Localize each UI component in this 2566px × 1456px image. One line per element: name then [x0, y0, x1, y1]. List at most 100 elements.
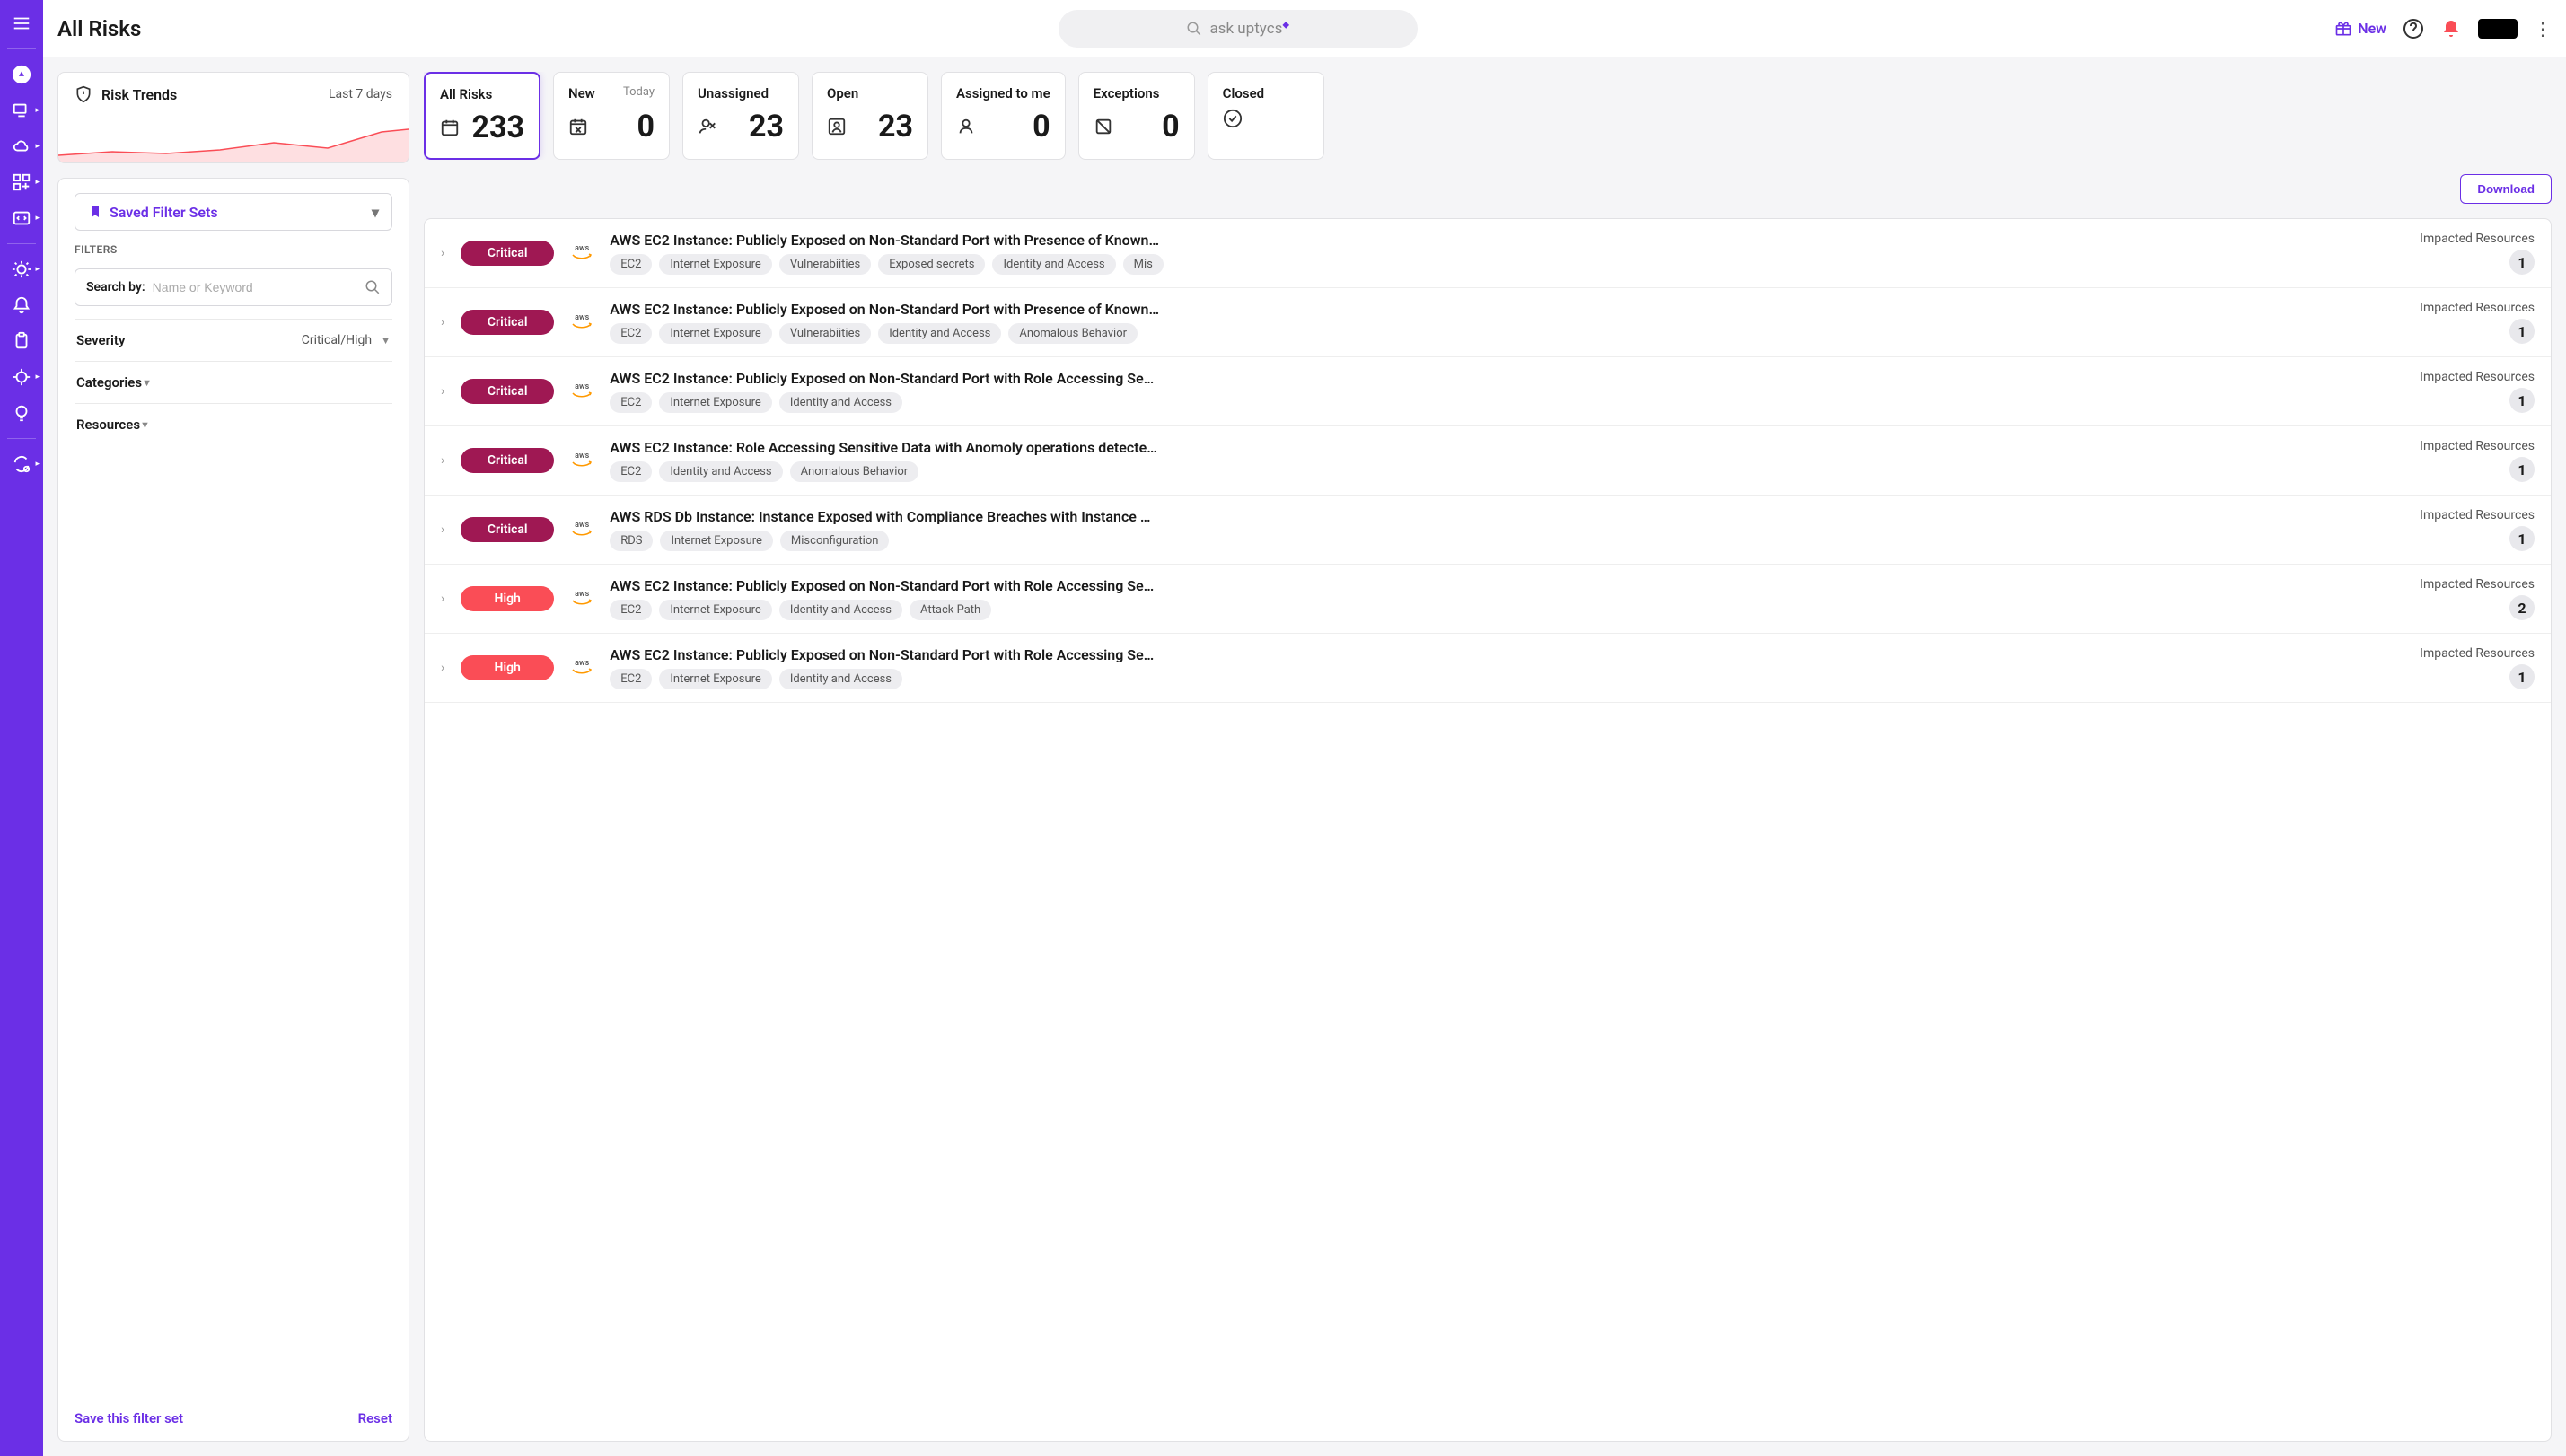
stat-value: 23 [878, 109, 913, 145]
severity-pill: Critical [461, 517, 554, 542]
risk-tag: Identity and Access [992, 254, 1115, 275]
filter-severity-accordion[interactable]: SeverityCritical/High▼ [75, 320, 392, 362]
risk-tag: Internet Exposure [659, 323, 771, 344]
stat-card-exceptions[interactable]: Exceptions0 [1078, 72, 1195, 160]
reset-filters-button[interactable]: Reset [358, 1410, 392, 1426]
risk-row[interactable]: ›CriticalawsAWS EC2 Instance: Publicly E… [425, 219, 2551, 288]
search-icon [1186, 21, 1202, 37]
provider-aws-icon: aws [570, 452, 593, 469]
risk-tags: EC2Internet ExposureIdentity and AccessA… [610, 600, 2403, 620]
risk-tag: RDS [610, 531, 653, 551]
expand-row-icon[interactable]: › [441, 315, 444, 329]
risk-trends-sparkline [58, 127, 409, 162]
expand-row-icon[interactable]: › [441, 246, 444, 260]
user-avatar[interactable] [2478, 19, 2518, 39]
nav-target-icon[interactable]: ▸ [5, 361, 38, 393]
expand-row-icon[interactable]: › [441, 522, 444, 537]
risk-tag: Exposed secrets [878, 254, 985, 275]
logo-icon[interactable] [5, 58, 38, 91]
stat-card-new[interactable]: NewToday0 [553, 72, 670, 160]
provider-aws-icon: aws [570, 660, 593, 677]
risk-title: AWS EC2 Instance: Role Accessing Sensiti… [610, 439, 2403, 456]
chevron-down-icon: ▼ [140, 419, 150, 431]
more-menu-icon[interactable]: ⋮ [2534, 18, 2552, 39]
nav-endpoint-icon[interactable]: ▸ [5, 94, 38, 127]
expand-row-icon[interactable]: › [441, 453, 444, 468]
risk-tag: Identity and Access [659, 461, 782, 482]
stat-card-closed[interactable]: Closed [1208, 72, 1324, 160]
stat-value: 0 [637, 109, 655, 145]
chevron-down-icon: ▼ [381, 335, 391, 346]
risk-trends-card[interactable]: Risk Trends Last 7 days [57, 72, 409, 163]
stat-card-open[interactable]: Open 23 [812, 72, 928, 160]
filter-search-input[interactable] [153, 280, 357, 294]
nav-bell-icon[interactable] [5, 289, 38, 321]
provider-aws-icon: aws [570, 245, 593, 262]
save-filter-set-button[interactable]: Save this filter set [75, 1410, 183, 1426]
risk-title: AWS EC2 Instance: Publicly Exposed on No… [610, 646, 2403, 663]
expand-row-icon[interactable]: › [441, 661, 444, 675]
risk-tag: EC2 [610, 254, 652, 275]
hamburger-icon[interactable] [5, 7, 38, 39]
impacted-count: 1 [2509, 388, 2535, 413]
nav-code-icon[interactable]: ▸ [5, 202, 38, 234]
risk-title: AWS RDS Db Instance: Instance Exposed wi… [610, 508, 2403, 525]
notification-bell-icon[interactable] [2440, 18, 2462, 39]
risk-title: AWS EC2 Instance: Publicly Exposed on No… [610, 301, 2403, 318]
stat-card-assigned-to-me[interactable]: Assigned to me0 [941, 72, 1066, 160]
page-title: All Risks [57, 16, 141, 41]
risk-tag: Identity and Access [779, 669, 902, 689]
filter-categories-accordion[interactable]: Categories▼ [75, 362, 392, 404]
help-icon[interactable] [2403, 18, 2424, 39]
stat-value: 0 [1162, 109, 1180, 145]
gift-icon [2334, 20, 2352, 38]
risk-tag: Internet Exposure [659, 392, 771, 413]
risk-trends-period: Last 7 days [329, 87, 392, 101]
nav-apps-icon[interactable]: ▸ [5, 166, 38, 198]
risk-row[interactable]: › Highaws AWS EC2 Instance: Publicly Expos… [425, 634, 2551, 703]
risk-tag: Identity and Access [878, 323, 1001, 344]
risk-tag: Misconfiguration [780, 531, 890, 551]
nav-clipboard-icon[interactable] [5, 325, 38, 357]
stat-card-all-risks[interactable]: All Risks233 [424, 72, 540, 160]
risk-title: AWS EC2 Instance: Publicly Exposed on No… [610, 577, 2403, 594]
risk-tag: Attack Path [910, 600, 991, 620]
search-icon [365, 279, 381, 295]
expand-row-icon[interactable]: › [441, 592, 444, 606]
risk-list: › Critical aws AWS EC2 Instance: Publicly E… [424, 218, 2552, 1442]
risk-tags: EC2Internet ExposureIdentity and Access [610, 669, 2403, 689]
download-button[interactable]: Download [2460, 174, 2552, 204]
nav-sync-settings-icon[interactable]: ▸ [5, 448, 38, 480]
provider-aws-icon: aws [570, 522, 593, 539]
nav-bug-icon[interactable]: ▸ [5, 253, 38, 285]
nav-cloud-icon[interactable]: ▸ [5, 130, 38, 162]
risk-row[interactable]: ›CriticalawsAWS EC2 Instance: Role Acces… [425, 426, 2551, 496]
risk-row[interactable]: ›HighawsAWS EC2 Instance: Publicly Expos… [425, 565, 2551, 634]
stat-card-unassigned[interactable]: Unassigned23 [682, 72, 799, 160]
risk-trends-title: Risk Trends [101, 86, 177, 103]
divider [7, 438, 36, 439]
divider [7, 48, 36, 49]
calendar-x-icon [568, 117, 588, 136]
saved-filter-sets-dropdown[interactable]: Saved Filter Sets ▾ [75, 193, 392, 231]
impacted-count: 1 [2509, 664, 2535, 689]
expand-row-icon[interactable]: › [441, 384, 444, 399]
filter-resources-accordion[interactable]: Resources▼ [75, 404, 392, 445]
stat-label: Open [827, 85, 858, 101]
risk-row[interactable]: › Critical aws AWS RDS Db Instance: Instanc… [425, 496, 2551, 565]
accordion-title: Severity [76, 332, 125, 348]
user-off-icon [698, 117, 717, 136]
severity-pill: High [461, 655, 554, 680]
risk-row[interactable]: ›CriticalawsAWS EC2 Instance: Publicly E… [425, 288, 2551, 357]
nav-idea-icon[interactable] [5, 397, 38, 429]
search-placeholder: ask uptycs◆ [1209, 20, 1289, 38]
risk-row[interactable]: ›CriticalawsAWS EC2 Instance: Publicly E… [425, 357, 2551, 426]
stat-value: 23 [749, 109, 784, 145]
bookmark-icon [88, 205, 102, 219]
stats-row: All Risks233NewToday0Unassigned23 Open 23 A… [424, 72, 2552, 160]
new-button[interactable]: New [2334, 20, 2386, 38]
impacted-label: Impacted Resources [2420, 232, 2535, 246]
ask-uptycs-search[interactable]: ask uptycs◆ [1059, 10, 1418, 48]
impacted-label: Impacted Resources [2420, 646, 2535, 661]
impacted-label: Impacted Resources [2420, 370, 2535, 384]
